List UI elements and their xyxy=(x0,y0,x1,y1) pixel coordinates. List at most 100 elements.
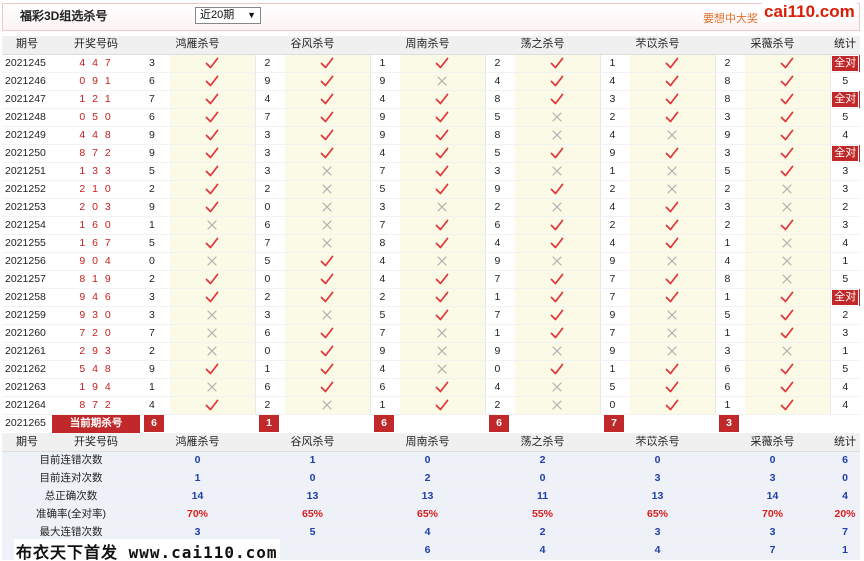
kill-number-cell: 2 xyxy=(715,216,745,235)
result-mark-cell xyxy=(170,288,256,307)
kill-number-cell: 4 xyxy=(370,270,400,289)
check-icon xyxy=(780,56,794,70)
summary-stat: 0 xyxy=(830,469,860,488)
summary-value: 0 xyxy=(600,451,715,470)
kill-number-cell: 9 xyxy=(140,198,170,217)
kill-number-cell: 2 xyxy=(600,180,630,199)
promo-link[interactable]: 要想中大奖 xyxy=(703,10,758,26)
result-mark-cell xyxy=(745,270,831,289)
result-mark-cell xyxy=(630,144,716,163)
kill-number-cell: 7 xyxy=(255,108,285,127)
check-icon xyxy=(665,92,679,106)
result-mark-cell xyxy=(400,234,486,253)
check-icon xyxy=(780,218,794,232)
kill-number-cell: 1 xyxy=(370,396,400,415)
kill-number-cell: 9 xyxy=(140,360,170,379)
result-mark-cell xyxy=(745,162,831,181)
cross-icon xyxy=(665,164,679,178)
kill-number-cell: 9 xyxy=(370,126,400,145)
summary-stat: 20% xyxy=(830,505,860,524)
result-mark-cell xyxy=(285,342,371,361)
kill-number-cell: 6 xyxy=(255,378,285,397)
result-mark-cell xyxy=(400,324,486,343)
draw-number-cell: 8 1 9 xyxy=(52,270,140,289)
period-cell: 2021247 xyxy=(2,90,52,109)
kill-number-cell: 1 xyxy=(715,234,745,253)
stat-cell: 3 xyxy=(830,162,860,181)
kill-number-cell: 3 xyxy=(140,288,170,307)
kill-number-cell: 3 xyxy=(140,306,170,325)
kill-number-cell: 9 xyxy=(600,306,630,325)
col-header-expert: 荡之杀号 xyxy=(485,36,600,55)
stat-cell: 全对 xyxy=(830,54,860,73)
watermark: 布衣天下首发 www.cai110.com xyxy=(14,539,280,561)
cross-icon xyxy=(320,218,334,232)
check-icon xyxy=(780,326,794,340)
kill-number-cell: 4 xyxy=(255,90,285,109)
kill-number-cell: 8 xyxy=(485,90,515,109)
check-icon xyxy=(665,290,679,304)
kill-number-cell: 0 xyxy=(140,252,170,271)
col-header-stat: 统计 xyxy=(830,433,860,452)
current-kill-number: 7 xyxy=(604,415,624,432)
check-icon xyxy=(550,218,564,232)
result-mark-cell xyxy=(630,288,716,307)
check-icon xyxy=(665,398,679,412)
check-icon xyxy=(435,236,449,250)
kill-number-cell: 9 xyxy=(370,342,400,361)
summary-value: 6 xyxy=(370,541,485,560)
col-header-expert: 鸿雁杀号 xyxy=(140,433,255,452)
kill-number-cell: 1 xyxy=(600,54,630,73)
result-mark-cell xyxy=(630,198,716,217)
check-icon xyxy=(780,380,794,394)
cross-icon xyxy=(550,380,564,394)
summary-stat: 7 xyxy=(830,523,860,542)
table-row: 2021250 8 7 2 9 3 4 5 9 3 全对 xyxy=(2,144,860,163)
period-cell: 2021251 xyxy=(2,162,52,181)
cross-icon xyxy=(435,344,449,358)
check-icon xyxy=(205,146,219,160)
kill-number-cell: 3 xyxy=(370,198,400,217)
cross-icon xyxy=(665,254,679,268)
kill-number-cell: 6 xyxy=(485,216,515,235)
result-mark-cell xyxy=(285,144,371,163)
kill-number-cell: 5 xyxy=(140,162,170,181)
summary-value: 3 xyxy=(600,469,715,488)
result-mark-cell xyxy=(170,234,256,253)
table-row: 2021246 0 9 16 9 9 4 4 8 5 xyxy=(2,72,860,91)
check-icon xyxy=(205,182,219,196)
site-logo: cai110.com xyxy=(762,2,857,22)
kill-number-cell: 8 xyxy=(485,126,515,145)
kill-number-cell: 0 xyxy=(255,270,285,289)
period-select[interactable]: 近20期 ▼ xyxy=(195,7,261,24)
current-blank-cell xyxy=(170,414,255,434)
result-mark-cell xyxy=(515,90,601,109)
result-mark-cell xyxy=(170,252,256,271)
result-mark-cell xyxy=(285,108,371,127)
result-mark-cell xyxy=(285,198,371,217)
check-icon xyxy=(205,200,219,214)
summary-value: 3 xyxy=(715,469,830,488)
kill-number-cell: 6 xyxy=(255,216,285,235)
check-icon xyxy=(550,236,564,250)
col-header-expert: 周南杀号 xyxy=(370,433,485,452)
result-mark-cell xyxy=(400,288,486,307)
kill-number-table: 期号 开奖号码 鸿雁杀号 谷风杀号 周南杀号 荡之杀号 芣苡杀号 采薇杀号 统计 2021245 4… xyxy=(2,36,860,560)
stat-cell: 4 xyxy=(830,126,860,145)
kill-number-cell: 1 xyxy=(370,54,400,73)
kill-number-cell: 7 xyxy=(600,324,630,343)
draw-number-cell: 1 3 3 xyxy=(52,162,140,181)
summary-value: 14 xyxy=(140,487,255,506)
kill-number-cell: 9 xyxy=(485,342,515,361)
result-mark-cell xyxy=(745,126,831,145)
kill-number-cell: 7 xyxy=(140,324,170,343)
result-mark-cell xyxy=(630,342,716,361)
summary-label: 目前连对次数 xyxy=(2,469,140,488)
period-cell: 2021254 xyxy=(2,216,52,235)
period-cell: 2021264 xyxy=(2,396,52,415)
check-icon xyxy=(320,326,334,340)
check-icon xyxy=(665,272,679,286)
result-mark-cell xyxy=(285,270,371,289)
result-mark-cell xyxy=(170,90,256,109)
kill-number-cell: 3 xyxy=(715,108,745,127)
